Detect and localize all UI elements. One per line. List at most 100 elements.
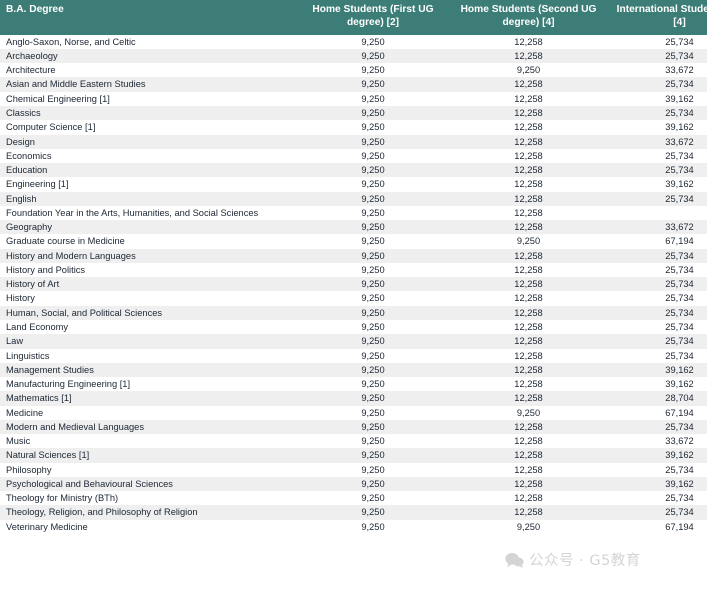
cell-fee-international: 25,734 <box>665 279 694 290</box>
table-row: Mathematics [1] 9,250 12,258 28,704 <box>0 391 707 406</box>
cell-fee-home_second: 12,258 <box>514 307 543 318</box>
cell-fee-home_second: 12,258 <box>514 421 543 432</box>
watermark-text: 公众号 · G5教育 <box>529 553 641 569</box>
table-row: Theology for Ministry (BTh) 9,250 12,258 25… <box>0 491 707 506</box>
cell-fee-home_first: 9,250 <box>361 507 385 518</box>
table-row: Law 9,250 12,258 25,734 <box>0 334 707 349</box>
cell-degree-name: Archaeology <box>6 50 58 61</box>
cell-fee-home_second: 9,250 <box>516 407 541 418</box>
table-row: Education 9,250 12,258 25,734 <box>0 163 707 178</box>
cell-fee-home_second: 12,258 <box>514 350 543 361</box>
cell-fee-home_second: 12,258 <box>514 322 543 332</box>
cell-fee-home_second: 9,250 <box>516 521 541 532</box>
cell-fee-home_second: 12,258 <box>514 478 543 489</box>
table-row: Human, Social, and Political Sciences 9,2… <box>0 305 707 320</box>
speech-bubble-icon <box>505 552 524 568</box>
cell-fee-international: 25,734 <box>665 264 694 275</box>
cell-fee-home_second: 12,258 <box>514 136 543 147</box>
cell-degree-name: Theology, Religion, and Philosophy of Re… <box>6 507 198 518</box>
table-row: Asian and Middle Eastern Studies 9,250 12,… <box>0 77 707 92</box>
cell-degree-name: History <box>6 293 35 304</box>
cell-fee-home_second: 12,258 <box>514 379 543 390</box>
cell-fee-home_second: 12,258 <box>514 222 543 233</box>
cell-fee-international: 25,734 <box>665 165 694 176</box>
table-row: Economics 9,250 12,258 25,734 <box>0 148 707 164</box>
table-row: Chemical Engineering [1] 9,250 12,258 39,16… <box>0 91 707 107</box>
cell-fee-home_first: 9,250 <box>361 79 385 90</box>
cell-fee-home_first: 9,250 <box>361 250 385 261</box>
cell-fee-international: 25,734 <box>665 150 694 161</box>
cell-fee-home_second: 12,258 <box>514 207 543 218</box>
cell-degree-name: Architecture <box>6 65 56 76</box>
cell-fee-home_second: 12,258 <box>514 193 543 204</box>
table-row: Archaeology 9,250 12,258 25,734 <box>0 48 707 64</box>
cell-fee-international: 25,734 <box>665 108 694 119</box>
cell-fee-international: 25,734 <box>665 293 694 304</box>
cell-degree-name: Linguistics <box>6 350 50 361</box>
cell-fee-international: 25,734 <box>665 350 694 361</box>
column-header-home-second-ug[interactable]: Home Students (Second UG degree) [4] <box>453 0 604 35</box>
table-row: Veterinary Medicine 9,250 9,250 67,194 <box>0 519 707 534</box>
cell-degree-name: Classics <box>6 108 41 119</box>
cell-fee-home_second: 12,258 <box>514 464 543 475</box>
cell-fee-international: 39,162 <box>665 93 694 104</box>
cell-fee-home_second: 12,258 <box>514 393 543 404</box>
cell-fee-home_first: 9,250 <box>361 464 385 475</box>
cell-fee-home_first: 9,250 <box>361 65 385 76</box>
table-header-row: B.A. Degree Home Students (First UG degr… <box>0 0 707 35</box>
cell-fee-international: 39,162 <box>665 122 694 133</box>
cell-fee-home_first: 9,250 <box>361 436 385 447</box>
cell-degree-name: Law <box>6 336 24 347</box>
cell-fee-home_first: 9,250 <box>361 421 385 432</box>
cell-fee-home_second: 12,258 <box>514 250 543 261</box>
cell-fee-home_first: 9,250 <box>361 136 385 147</box>
cell-fee-home_first: 9,250 <box>361 521 385 532</box>
table-row: Geography 9,250 12,258 33,672 <box>0 220 707 235</box>
cell-fee-home_first: 9,250 <box>361 379 385 390</box>
cell-degree-name: Veterinary Medicine <box>6 521 88 532</box>
cell-degree-name: Foundation Year in the Arts, Humanities,… <box>6 207 259 218</box>
cell-fee-home_second: 12,258 <box>514 507 543 518</box>
column-header-degree[interactable]: B.A. Degree <box>0 0 293 35</box>
cell-fee-home_second: 12,258 <box>514 450 543 461</box>
cell-degree-name: Geography <box>6 222 52 233</box>
cell-fee-home_first: 9,250 <box>361 336 385 347</box>
table-row: Modern and Medieval Languages 9,250 12,258… <box>0 419 707 435</box>
cell-degree-name: Land Economy <box>6 322 69 332</box>
column-header-international[interactable]: International Students [3], [4] <box>604 0 707 35</box>
column-header-home-first-ug[interactable]: Home Students (First UG degree) [2] <box>293 0 453 35</box>
cell-fee-home_first: 9,250 <box>361 293 385 304</box>
watermark: 公众号 · G5教育 <box>505 549 641 570</box>
cell-fee-international: 25,734 <box>665 421 694 432</box>
cell-degree-name: Philosophy <box>6 464 52 475</box>
cell-fee-home_second: 12,258 <box>514 264 543 275</box>
cell-fee-home_second: 12,258 <box>514 493 543 504</box>
table-row: Manufacturing Engineering [1] 9,250 12,258… <box>0 377 707 392</box>
cell-degree-name: Theology for Ministry (BTh) <box>6 493 119 504</box>
cell-degree-name: Graduate course in Medicine <box>6 236 125 247</box>
table-body: Anglo-Saxon, Norse, and Celtic 9,250 12,25… <box>0 34 707 534</box>
cell-fee-home_first: 9,250 <box>361 222 385 233</box>
cell-fee-international: 28,704 <box>665 393 694 404</box>
cell-fee-international: 39,162 <box>665 364 694 375</box>
cell-degree-name: Design <box>6 136 35 147</box>
cell-fee-international: 39,162 <box>665 450 694 461</box>
cell-degree-name: Music <box>6 436 31 447</box>
table-row: Graduate course in Medicine 9,250 9,250 67,… <box>0 234 707 249</box>
cell-fee-home_first: 9,250 <box>361 450 385 461</box>
cell-fee-home_second: 12,258 <box>514 279 543 290</box>
cell-degree-name: Computer Science [1] <box>6 122 96 133</box>
table-row: Theology, Religion, and Philosophy of Re… <box>0 505 707 520</box>
cell-fee-international: 25,734 <box>665 36 694 47</box>
cell-fee-home_first: 9,250 <box>361 264 385 275</box>
cell-fee-home_second: 12,258 <box>514 36 543 47</box>
cell-fee-international: 33,672 <box>665 136 694 147</box>
table-row: Classics 9,250 12,258 25,734 <box>0 106 707 121</box>
cell-degree-name: Anglo-Saxon, Norse, and Celtic <box>6 36 136 47</box>
table-header: B.A. Degree Home Students (First UG degr… <box>0 0 707 35</box>
cell-degree-name: Chemical Engineering [1] <box>6 93 110 104</box>
table-row: Design 9,250 12,258 33,672 <box>0 134 707 149</box>
cell-fee-home_first: 9,250 <box>361 393 385 404</box>
cell-fee-home_first: 9,250 <box>361 108 385 119</box>
cell-fee-international: 25,734 <box>665 79 694 90</box>
